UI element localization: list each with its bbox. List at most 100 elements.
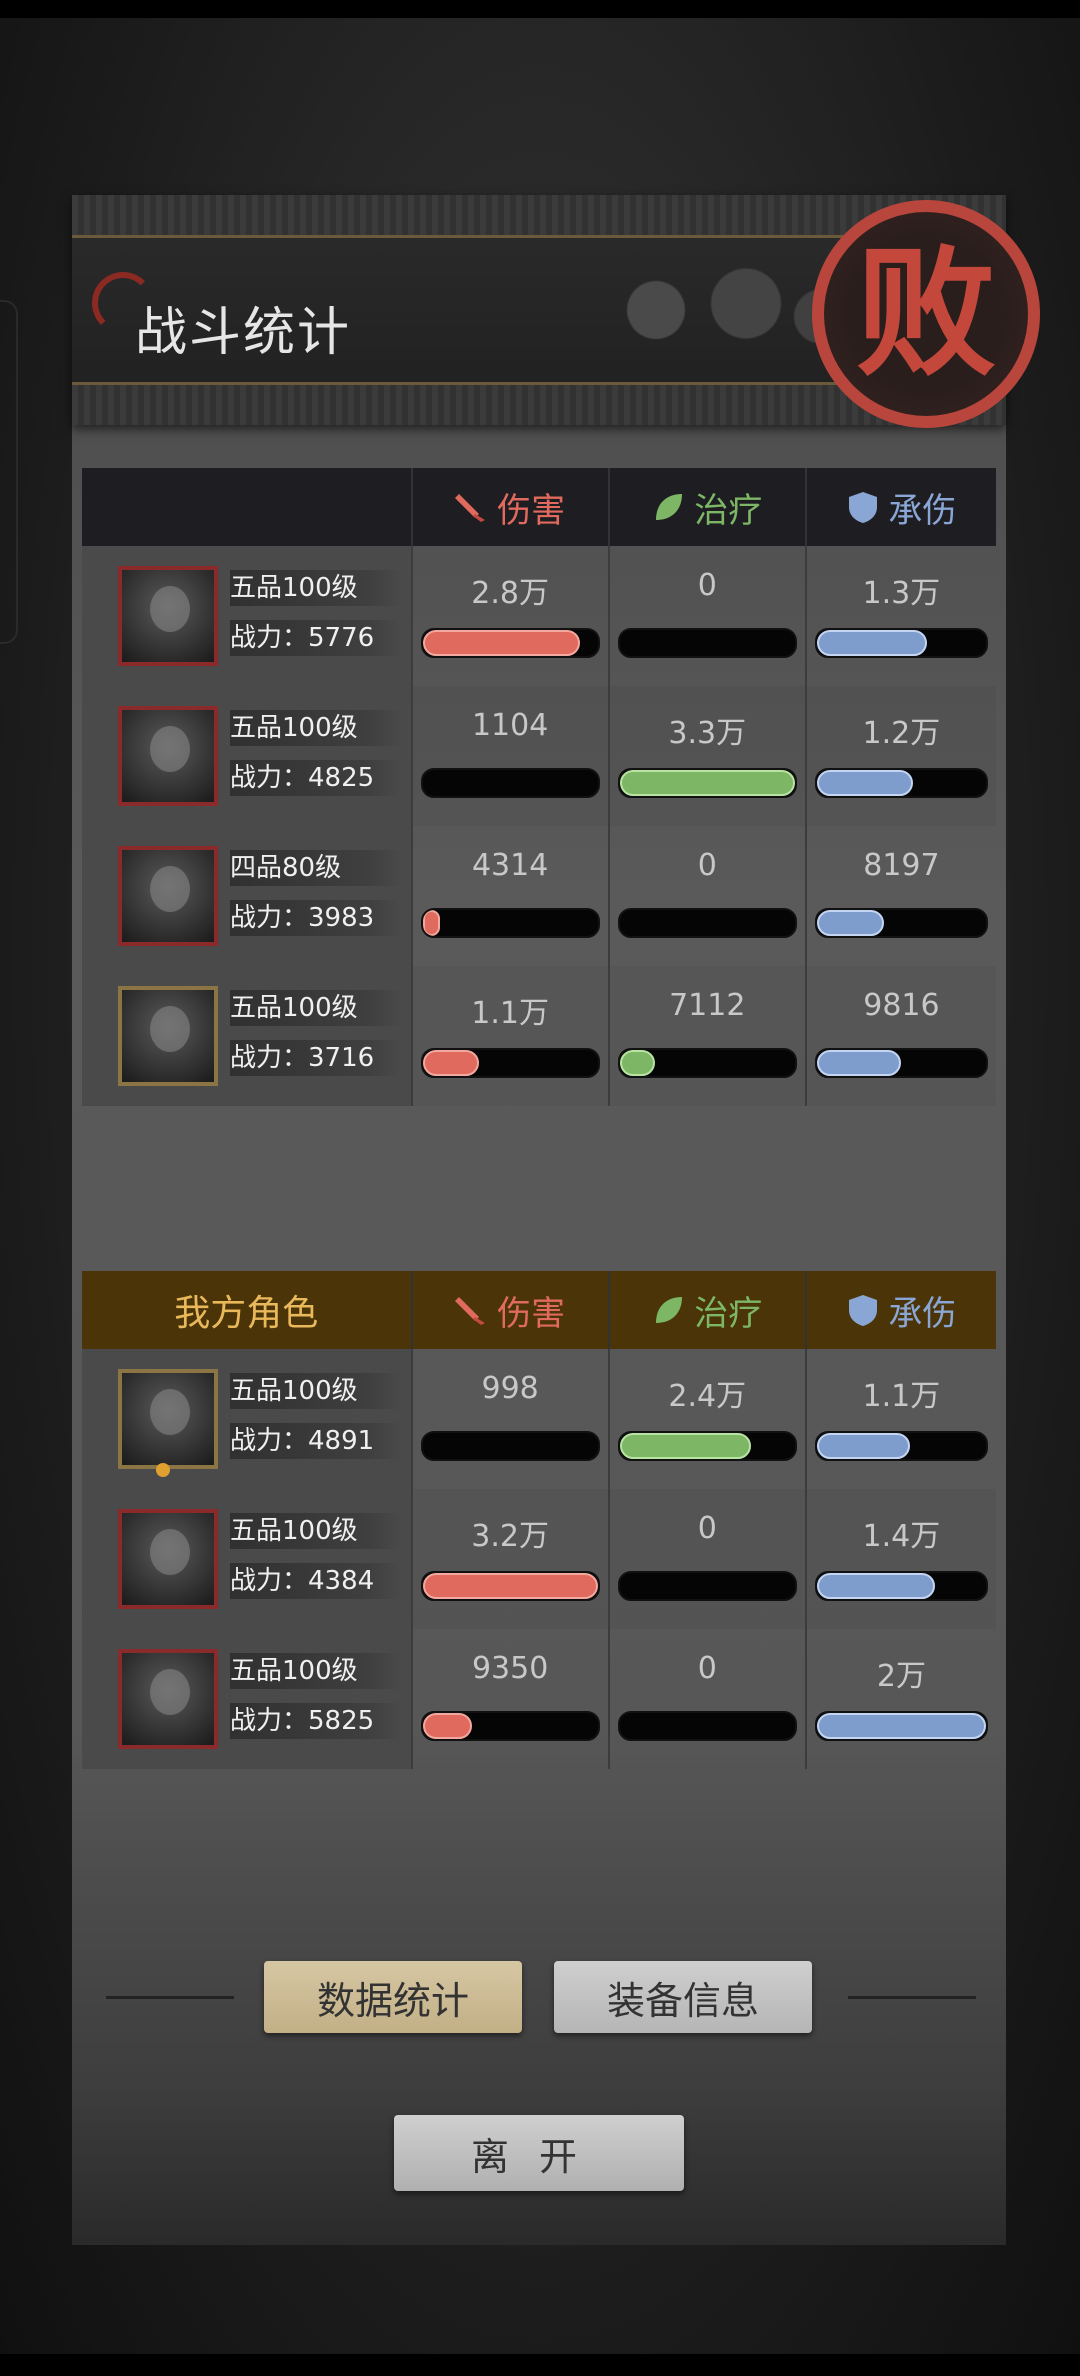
heal-bar-fill	[619, 1433, 752, 1459]
damage-bar	[420, 768, 600, 798]
side-tab[interactable]	[0, 300, 18, 644]
heal-bar	[617, 768, 797, 798]
defeat-seal-text: 败	[855, 232, 996, 396]
heal-value: 0	[697, 848, 717, 883]
damage-cell: 2.8万	[410, 546, 608, 686]
heal-bar	[617, 1571, 797, 1601]
damage-cell: 3.2万	[410, 1489, 608, 1629]
heal-cell: 0	[607, 546, 805, 686]
tank-value: 9816	[863, 988, 940, 1023]
shield-icon	[849, 1295, 878, 1326]
enemy-rows: 五品100级 战力：5776 2.8万 0 1.3万 五品100级 战力：4825 1104 3…	[82, 546, 996, 1106]
leave-button[interactable]: 离开	[394, 2115, 684, 2191]
damage-value: 2.8万	[471, 576, 549, 611]
stat-row: 五品100级 战力：4384 3.2万 0 1.4万	[82, 1489, 996, 1629]
tank-bar	[814, 908, 988, 938]
character-avatar[interactable]	[118, 1509, 218, 1609]
heal-cell: 7112	[607, 966, 805, 1106]
heal-bar-fill	[619, 1050, 655, 1076]
heal-cell: 3.3万	[607, 686, 805, 826]
header-heal-label: 治疗	[694, 1293, 763, 1334]
badge-icon	[156, 1463, 170, 1477]
tank-cell: 1.1万	[804, 1349, 996, 1489]
my-table-header: 我方角色 伤害 治疗 承伤	[82, 1271, 996, 1349]
header-tank: 承伤	[804, 468, 996, 546]
tank-bar-fill	[816, 630, 927, 656]
character-grade: 四品80级	[230, 850, 402, 886]
character-avatar[interactable]	[118, 706, 218, 806]
header-damage-label: 伤害	[497, 490, 566, 531]
character-cell[interactable]: 四品80级战力：3983	[82, 826, 411, 966]
enemy-table-header: 伤害 治疗 承伤	[82, 468, 996, 546]
character-grade: 五品100级	[230, 1373, 402, 1409]
heal-cell: 0	[607, 1629, 805, 1769]
character-cell[interactable]: 五品100级 战力：5825	[82, 1629, 411, 1769]
leaf-icon	[656, 494, 683, 520]
page-title: 战斗统计	[135, 303, 352, 363]
heal-cell: 0	[607, 1489, 805, 1629]
divider-left	[106, 1996, 234, 1999]
header-tank-label: 承伤	[888, 490, 957, 531]
equipment-info-button[interactable]: 装备信息	[554, 1961, 812, 2033]
stat-row: 五品100级 战力：4825 1104 3.3万 1.2万	[82, 686, 996, 826]
character-power: 战力：4825	[230, 760, 402, 796]
character-avatar[interactable]	[118, 986, 218, 1086]
character-power: 战力：5825	[230, 1703, 402, 1739]
damage-bar	[420, 908, 600, 938]
tank-bar	[814, 1711, 988, 1741]
damage-value: 998	[481, 1371, 539, 1406]
heal-bar	[617, 1711, 797, 1741]
character-cell[interactable]: 五品100级 战力：5776	[82, 546, 411, 686]
character-avatar[interactable]	[118, 1369, 218, 1477]
damage-value: 3.2万	[471, 1519, 549, 1554]
tank-cell: 1.3万	[804, 546, 996, 686]
my-header-name: 我方角色	[174, 1293, 319, 1334]
tank-bar-fill	[816, 1433, 910, 1459]
damage-bar	[420, 1431, 600, 1461]
header-damage: 伤害	[410, 468, 608, 546]
character-power: 战力：4384	[230, 1563, 402, 1599]
tank-bar	[814, 768, 988, 798]
tank-value: 1.2万	[862, 716, 941, 751]
damage-value: 1104	[471, 708, 549, 743]
heal-value: 0	[697, 568, 717, 603]
heal-bar-fill	[619, 770, 795, 796]
tank-cell: 1.4万	[804, 1489, 996, 1629]
character-avatar[interactable]	[118, 1649, 218, 1749]
damage-bar-fill	[422, 630, 581, 656]
tank-value: 1.4万	[862, 1519, 941, 1554]
tank-cell: 1.2万	[804, 686, 996, 826]
tank-bar	[814, 1048, 988, 1078]
tank-cell: 9816	[804, 966, 996, 1106]
sword-icon	[455, 1297, 486, 1325]
tank-value: 2万	[876, 1659, 926, 1694]
damage-cell: 4314	[410, 826, 608, 966]
damage-bar-fill	[422, 1573, 598, 1599]
tank-bar	[814, 1431, 988, 1461]
my-rows: 五品100级 战力：4891 998 2.4万 1.1万 五品100级 战力：4384 3.2…	[82, 1349, 996, 1769]
defeat-seal: 败	[812, 200, 1040, 428]
header-damage: 伤害	[410, 1271, 608, 1349]
character-cell[interactable]: 五品100级 战力：4825	[82, 686, 411, 826]
heal-cell: 0	[607, 826, 805, 966]
tank-bar	[814, 1571, 988, 1601]
character-avatar[interactable]	[118, 846, 218, 946]
tank-value: 1.3万	[862, 576, 941, 611]
character-grade: 五品100级	[230, 570, 402, 606]
header-heal-label: 治疗	[694, 490, 763, 531]
character-avatar[interactable]	[118, 566, 218, 666]
character-cell[interactable]: 五品100级 战力：4384	[82, 1489, 411, 1629]
character-grade: 五品100级	[230, 710, 402, 746]
character-power: 战力：5776	[230, 620, 402, 656]
damage-cell: 998	[410, 1349, 608, 1489]
stat-row: 五品100级 战力：5825 9350 0 2万	[82, 1629, 996, 1769]
nav-bar	[0, 2354, 1080, 2376]
tank-bar-fill	[816, 910, 885, 936]
character-cell[interactable]: 五品100级 战力：3716	[82, 966, 411, 1106]
character-cell[interactable]: 五品100级 战力：4891	[82, 1349, 411, 1489]
character-power: 战力：3983	[230, 900, 402, 936]
data-stats-button[interactable]: 数据统计	[264, 1961, 522, 2033]
damage-value: 4314	[471, 848, 549, 883]
character-grade: 五品100级	[230, 1653, 402, 1689]
stat-row: 五品100级 战力：3716 1.1万 7112 9816	[82, 966, 996, 1106]
